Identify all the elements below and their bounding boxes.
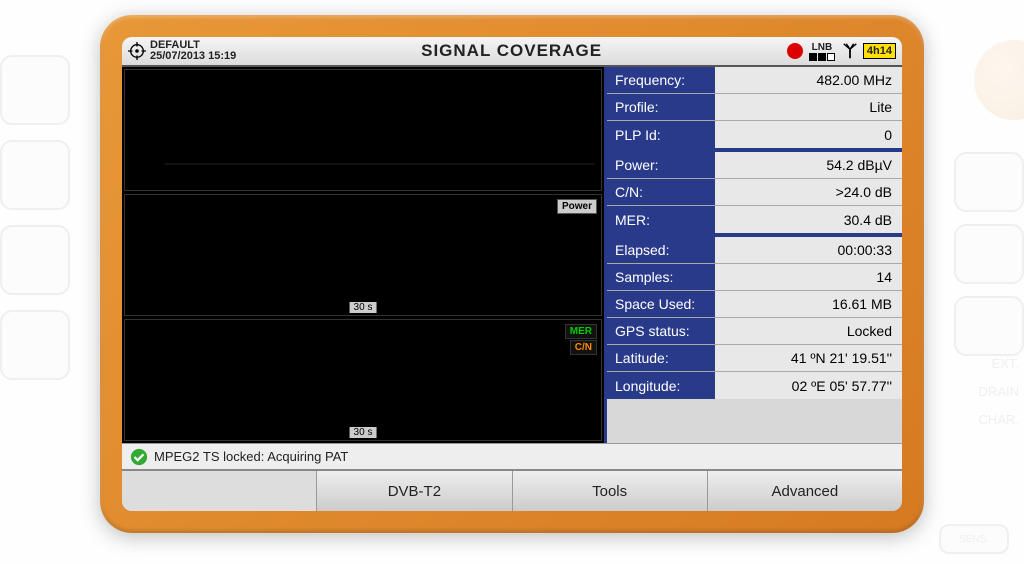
antenna-icon (841, 42, 859, 60)
row-label: Power: (607, 152, 715, 178)
row-value: 02 ºE 05' 57.77'' (715, 372, 902, 399)
row-label: Space Used: (607, 291, 715, 317)
check-circle-icon (130, 448, 148, 466)
data-row: Longitude:02 ºE 05' 57.77'' (607, 372, 902, 399)
lnb-indicator: LNB (809, 42, 835, 61)
topbar: DEFAULT 25/07/2013 15:19 SIGNAL COVERAGE… (122, 37, 902, 67)
status-text: MPEG2 TS locked: Acquiring PAT (154, 449, 348, 464)
row-value: Locked (715, 318, 902, 344)
hw-sens-button: SENS. (939, 524, 1009, 554)
row-value: 16.61 MB (715, 291, 902, 317)
data-row: GPS status:Locked (607, 318, 902, 345)
footer-btn-dvbt2[interactable]: DVB-T2 (317, 471, 512, 511)
row-label: Samples: (607, 264, 715, 290)
data-row: Space Used:16.61 MB (607, 291, 902, 318)
data-row: Samples:14 (607, 264, 902, 291)
row-value: 482.00 MHz (715, 67, 902, 93)
row-label: Longitude: (607, 372, 715, 399)
power-chart[interactable]: Power 30 s (124, 194, 602, 316)
footer-buttons: DVB-T2 Tools Advanced (122, 469, 902, 511)
cn-badge: C/N (570, 340, 597, 355)
footer-btn-1[interactable] (122, 471, 317, 511)
data-row: MER:30.4 dB (607, 206, 902, 233)
row-value: >24.0 dB (715, 179, 902, 205)
record-indicator-icon (787, 43, 803, 59)
data-panel: Frequency:482.00 MHzProfile:LitePLP Id:0… (604, 67, 902, 443)
footer-btn-advanced[interactable]: Advanced (708, 471, 902, 511)
mer-badge: MER (565, 324, 597, 339)
mercn-x-label: 30 s (350, 427, 377, 438)
row-value: 14 (715, 264, 902, 290)
power-badge: Power (557, 199, 597, 214)
device-bezel: DEFAULT 25/07/2013 15:19 SIGNAL COVERAGE… (100, 15, 924, 533)
data-row: Power:54.2 dBµV (607, 152, 902, 179)
battery-indicator: 4h14 (863, 43, 896, 59)
row-label: GPS status: (607, 318, 715, 344)
target-icon (128, 42, 146, 60)
row-value: 00:00:33 (715, 237, 902, 263)
preset-datetime: DEFAULT 25/07/2013 15:19 (150, 40, 236, 62)
row-label: C/N: (607, 179, 715, 205)
screen: DEFAULT 25/07/2013 15:19 SIGNAL COVERAGE… (122, 37, 902, 511)
row-label: Frequency: (607, 67, 715, 93)
data-row: Latitude:41 ºN 21' 19.51'' (607, 345, 902, 372)
page-title: SIGNAL COVERAGE (236, 41, 787, 61)
power-x-label: 30 s (350, 302, 377, 313)
data-row: C/N:>24.0 dB (607, 179, 902, 206)
mer-cn-chart[interactable]: MER C/N 30 s (124, 319, 602, 441)
row-label: PLP Id: (607, 121, 715, 148)
row-value: 41 ºN 21' 19.51'' (715, 345, 902, 371)
row-label: MER: (607, 206, 715, 233)
main-content: Power 30 s MER C/N 30 s Frequency:482.00… (122, 67, 902, 443)
data-row: Frequency:482.00 MHz (607, 67, 902, 94)
row-value: 0 (715, 121, 902, 148)
hw-right-buttons (934, 140, 1024, 368)
data-row: Profile:Lite (607, 94, 902, 121)
hw-left-buttons (0, 40, 90, 395)
charts-column: Power 30 s MER C/N 30 s (122, 67, 604, 443)
hw-knob (974, 40, 1024, 120)
footer-btn-tools[interactable]: Tools (513, 471, 708, 511)
row-value: 54.2 dBµV (715, 152, 902, 178)
data-row: PLP Id:0 (607, 121, 902, 148)
row-label: Profile: (607, 94, 715, 120)
datetime: 25/07/2013 15:19 (150, 51, 236, 62)
row-value: Lite (715, 94, 902, 120)
spectrum-chart[interactable] (124, 69, 602, 191)
row-label: Latitude: (607, 345, 715, 371)
hw-right-labels: EXT.DRAINCHAR. (939, 350, 1019, 434)
row-value: 30.4 dB (715, 206, 902, 233)
status-line: MPEG2 TS locked: Acquiring PAT (122, 443, 902, 469)
data-row: Elapsed:00:00:33 (607, 237, 902, 264)
row-label: Elapsed: (607, 237, 715, 263)
